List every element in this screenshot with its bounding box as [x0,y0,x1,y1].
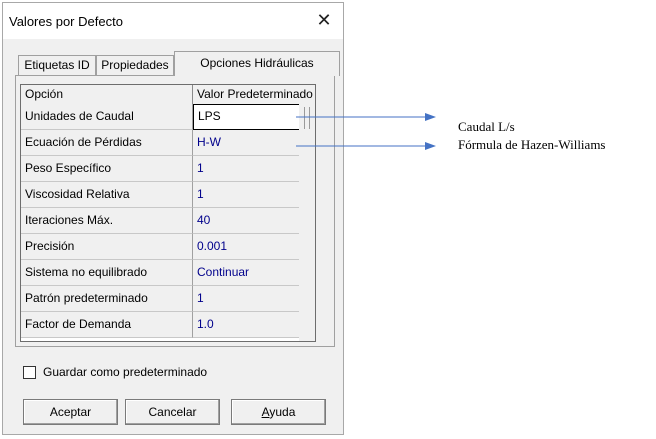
arrowhead-headloss [425,142,436,150]
arrowhead-flow [425,113,436,121]
tab-opciones-hidraulicas[interactable]: Opciones Hidráulicas [174,51,340,76]
annotation-headloss: Fórmula de Hazen-Williams [458,137,606,152]
annotation-flow-units: Caudal L/s [458,119,515,134]
